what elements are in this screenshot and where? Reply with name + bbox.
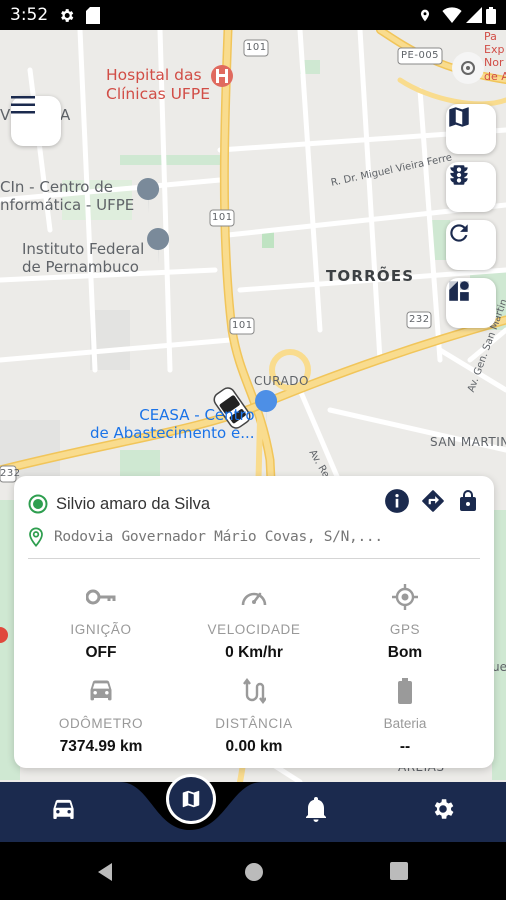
back-button[interactable] xyxy=(96,862,114,887)
stat-odometer: ODÔMETRO 7374.99 km xyxy=(21,674,181,756)
info-button[interactable] xyxy=(384,488,410,519)
battery-icon xyxy=(398,678,412,704)
vehicle-info-card: Silvio amaro da Silva Rodovia Governador… xyxy=(14,476,494,768)
location-pin-icon xyxy=(29,527,43,547)
stat-distance-label: DISTÂNCIA xyxy=(215,716,293,731)
vehicles-tab-button[interactable] xyxy=(50,798,77,827)
stat-odometer-value: 7374.99 km xyxy=(59,738,143,755)
map-label-partial-a: A xyxy=(60,106,71,124)
map-icon xyxy=(449,107,469,127)
card-divider xyxy=(28,558,480,559)
stat-gps-value: Bom xyxy=(387,644,423,661)
road-shield-101a: 101 xyxy=(246,42,267,53)
stat-distance: DISTÂNCIA 0.00 km xyxy=(174,674,334,756)
directions-button[interactable] xyxy=(420,488,446,519)
road-shield-101b: 101 xyxy=(212,212,233,223)
road-shield-232: 232 xyxy=(409,314,430,325)
gear-icon xyxy=(434,799,454,819)
bottom-navigation xyxy=(0,774,506,842)
bell-icon xyxy=(306,797,326,822)
settings-tab-button[interactable] xyxy=(430,796,456,827)
stat-gps: GPS Bom xyxy=(325,580,485,662)
stat-ignition-value: OFF xyxy=(85,644,117,661)
map-label-hospital: Hospital das Clínicas UFPE xyxy=(106,66,210,103)
speedometer-icon xyxy=(241,592,267,606)
map-label-varzea: V xyxy=(0,106,11,124)
settings-status-icon xyxy=(58,7,75,29)
status-bar: 3:52 xyxy=(0,0,506,30)
map-label-partial-right: ue xyxy=(492,660,506,674)
lock-button[interactable] xyxy=(456,488,480,519)
refresh-button[interactable] xyxy=(446,220,496,270)
map-type-button[interactable] xyxy=(446,104,496,154)
home-button[interactable] xyxy=(244,862,264,887)
map-tab-button[interactable] xyxy=(166,774,216,824)
map-label-instituto: Instituto Federal de Pernambuco xyxy=(22,240,145,276)
battery-status-icon xyxy=(486,7,496,29)
recents-icon xyxy=(390,862,408,880)
notifications-tab-button[interactable] xyxy=(304,796,328,827)
online-status-icon xyxy=(28,494,48,514)
location-status-icon xyxy=(418,7,432,29)
layers-button[interactable] xyxy=(446,278,496,328)
back-icon xyxy=(98,863,112,881)
map-label-cin: CIn - Centro de nformática - UFPE xyxy=(0,178,135,214)
traffic-button[interactable] xyxy=(446,162,496,212)
hamburger-icon xyxy=(11,96,35,114)
gps-icon xyxy=(392,584,418,610)
wifi-icon xyxy=(442,7,462,28)
stat-speed-value: 0 Km/hr xyxy=(225,644,283,661)
menu-button[interactable] xyxy=(11,96,61,146)
stat-ignition: IGNIÇÃO OFF xyxy=(21,580,181,662)
stat-odometer-label: ODÔMETRO xyxy=(58,716,144,731)
stat-battery-value: -- xyxy=(399,738,411,755)
road-shield-101c: 101 xyxy=(232,320,253,331)
driver-row: Silvio amaro da Silva xyxy=(28,494,210,514)
home-circle-icon xyxy=(245,863,263,881)
stat-speed: VELOCIDADE 0 Km/hr xyxy=(174,580,334,662)
stat-gps-label: GPS xyxy=(389,622,421,637)
map-icon xyxy=(182,790,200,808)
map-label-ceasa: CEASA - Centro de Abastecimento e... xyxy=(90,406,255,442)
vehicle-address: Rodovia Governador Mário Covas, S/N,... xyxy=(54,529,383,545)
road-shield-pe005: PE-005 xyxy=(401,50,440,61)
map-label-partial-top-right: Pa Exp Nor de A xyxy=(484,30,506,83)
map-label-curado: CURADO xyxy=(254,374,309,388)
recents-button[interactable] xyxy=(390,862,408,885)
card-actions xyxy=(384,488,480,519)
stat-speed-label: VELOCIDADE xyxy=(207,622,301,637)
directions-icon xyxy=(422,490,444,512)
stat-ignition-label: IGNIÇÃO xyxy=(70,622,132,637)
stat-distance-value: 0.00 km xyxy=(225,738,283,755)
stat-battery-label: Bateria xyxy=(383,716,427,731)
address-row: Rodovia Governador Mário Covas, S/N,... xyxy=(28,527,383,547)
signal-icon xyxy=(466,7,482,28)
map-label-torroes: TORRÕES xyxy=(326,267,415,285)
car-icon xyxy=(90,680,112,701)
key-icon xyxy=(86,589,116,605)
sd-card-icon xyxy=(86,7,100,29)
status-time: 3:52 xyxy=(10,5,49,25)
map-label-san-martin: SAN MARTIN xyxy=(430,435,506,449)
car-icon xyxy=(53,799,74,819)
traffic-light-icon xyxy=(450,165,468,185)
route-icon xyxy=(243,678,266,704)
driver-name: Silvio amaro da Silva xyxy=(56,494,211,513)
info-icon xyxy=(385,489,409,513)
refresh-icon xyxy=(450,224,468,242)
map-layers-icon xyxy=(449,281,469,301)
lock-icon xyxy=(460,490,476,511)
stat-battery: Bateria -- xyxy=(325,674,485,756)
system-navigation-bar xyxy=(0,842,506,900)
